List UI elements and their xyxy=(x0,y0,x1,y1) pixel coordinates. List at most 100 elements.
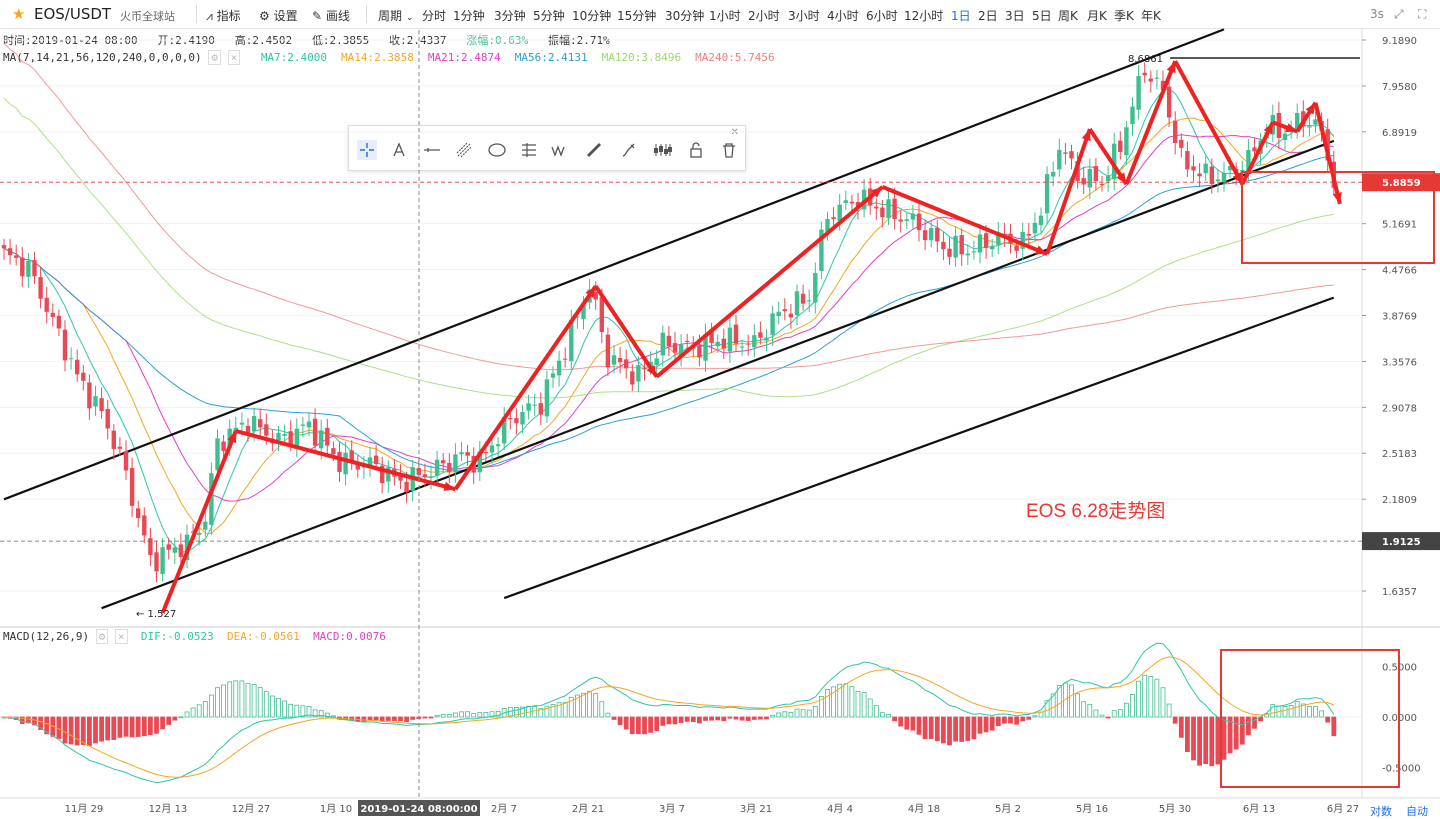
macd-close-icon[interactable]: × xyxy=(114,629,128,644)
candle-body xyxy=(68,358,74,360)
macd-bar xyxy=(941,716,946,744)
macd-bar xyxy=(1166,703,1172,718)
macd-bar xyxy=(343,716,349,720)
period-tab[interactable]: 分时 xyxy=(422,7,446,24)
period-tab[interactable]: 2小时 xyxy=(748,7,780,24)
draw-button[interactable]: ✎ 画线 xyxy=(312,7,350,24)
period-tab[interactable]: 年K xyxy=(1141,7,1161,24)
macd-bar xyxy=(825,689,830,718)
ruler-tool-icon[interactable] xyxy=(584,140,604,160)
candle-body xyxy=(1331,161,1336,188)
log-scale-button[interactable]: 对数 xyxy=(1370,803,1392,819)
candle-body xyxy=(532,404,537,406)
wave-tool-icon[interactable] xyxy=(551,140,571,160)
candle-body xyxy=(1185,151,1190,170)
macd-bar xyxy=(147,716,153,736)
period-tab[interactable]: 30分钟 xyxy=(665,7,704,24)
period-tab[interactable]: 2日 xyxy=(978,7,998,24)
candle-body xyxy=(1057,149,1062,170)
legend-close-icon[interactable]: × xyxy=(227,50,241,65)
macd-bar xyxy=(391,716,397,721)
candle-body xyxy=(477,451,482,473)
candle-body xyxy=(697,345,702,358)
legend-settings-icon[interactable]: ⚙ xyxy=(208,50,221,65)
macd-bar xyxy=(208,694,214,718)
candle-body xyxy=(880,207,885,218)
candle-body xyxy=(861,189,867,210)
macd-bar xyxy=(300,705,306,718)
macd-bar xyxy=(221,684,227,718)
auto-scale-button[interactable]: 自动 xyxy=(1406,803,1428,819)
macd-bar xyxy=(1130,694,1135,718)
candle-body xyxy=(190,531,196,533)
candle-body xyxy=(1179,139,1184,148)
period-tab[interactable]: 10分钟 xyxy=(572,7,611,24)
period-tab[interactable]: 4小时 xyxy=(827,7,859,24)
wave-arrow xyxy=(453,285,598,491)
candle-body xyxy=(215,438,220,471)
candle-body xyxy=(617,358,623,363)
settings-button[interactable]: ⚙ 设置 xyxy=(259,7,298,24)
period-tab[interactable]: 12小时 xyxy=(904,7,943,24)
candles-tool-icon[interactable] xyxy=(653,140,673,160)
period-tab[interactable]: 3日 xyxy=(1005,7,1025,24)
candle-body xyxy=(691,344,696,349)
favorite-star-icon[interactable]: ★ xyxy=(12,5,25,23)
candle-body xyxy=(337,451,342,472)
candle-body xyxy=(270,438,275,444)
wave-arrow xyxy=(1088,128,1129,186)
macd-bar xyxy=(160,716,166,730)
period-tab[interactable]: 月K xyxy=(1087,7,1107,24)
candle-body xyxy=(550,373,556,378)
candle-body xyxy=(1154,77,1160,79)
crosshair-date-tag xyxy=(358,800,480,816)
candle-body xyxy=(264,424,269,436)
period-tab[interactable]: 15分钟 xyxy=(617,7,656,24)
period-tab[interactable]: 季K xyxy=(1114,7,1134,24)
crosshair-tool-icon[interactable] xyxy=(357,140,377,160)
candle-body xyxy=(715,341,720,347)
brush-tool-icon[interactable] xyxy=(619,140,639,160)
fibonacci-tool-icon[interactable] xyxy=(519,140,539,160)
symbol-label[interactable]: EOS/USDT xyxy=(34,5,111,23)
trash-icon[interactable] xyxy=(719,140,739,160)
period-dropdown[interactable]: 周期 ⌄ xyxy=(378,7,413,24)
macd-bar xyxy=(32,716,37,726)
period-tab[interactable]: 1分钟 xyxy=(453,7,485,24)
ellipse-tool-icon[interactable] xyxy=(487,140,507,160)
toolbox-close-icon[interactable]: ✕ xyxy=(731,127,739,138)
period-tab[interactable]: 5分钟 xyxy=(533,7,565,24)
candle-body xyxy=(1197,173,1202,177)
period-tab[interactable]: 5日 xyxy=(1032,7,1052,24)
channel-line xyxy=(101,139,1335,610)
period-tab[interactable]: 3分钟 xyxy=(494,7,526,24)
parallel-channel-tool-icon[interactable] xyxy=(454,140,474,160)
period-tab[interactable]: 周K xyxy=(1058,7,1078,24)
macd-bar xyxy=(544,705,550,718)
macd-bar xyxy=(111,716,117,740)
lock-icon[interactable] xyxy=(686,140,706,160)
horizontal-ray-tool-icon[interactable] xyxy=(422,140,442,160)
period-tab[interactable]: 3小时 xyxy=(788,7,820,24)
candle-body xyxy=(831,217,836,220)
macd-bar xyxy=(141,716,147,737)
macd-bar xyxy=(446,714,452,718)
wave-arrow-head xyxy=(585,286,596,298)
y-tick-label: 1.6357 xyxy=(1382,587,1417,598)
macd-bar xyxy=(837,683,843,718)
macd-bar xyxy=(56,716,62,739)
candle-body xyxy=(1307,126,1312,128)
expand-icon[interactable]: ⤢ xyxy=(1394,7,1404,22)
macd-bar xyxy=(758,716,763,720)
macd-settings-icon[interactable]: ⚙ xyxy=(95,629,109,644)
fullscreen-icon[interactable]: ⛶ xyxy=(1418,7,1426,22)
period-tab[interactable]: 1小时 xyxy=(709,7,741,24)
period-tab[interactable]: 6小时 xyxy=(866,7,898,24)
text-tool-icon[interactable] xyxy=(389,140,409,160)
price-chart[interactable]: 9.1890 7.9580 6.8919 5.1691 4.4766 3.8769 3.35… xyxy=(0,0,1440,816)
period-tab[interactable]: 1日 xyxy=(951,7,971,24)
refresh-interval[interactable]: 3s xyxy=(1370,7,1384,21)
macd-bar xyxy=(684,716,690,722)
wave-arrow xyxy=(1240,121,1275,186)
indicator-button[interactable]: ⩘ 指标 xyxy=(206,7,241,24)
